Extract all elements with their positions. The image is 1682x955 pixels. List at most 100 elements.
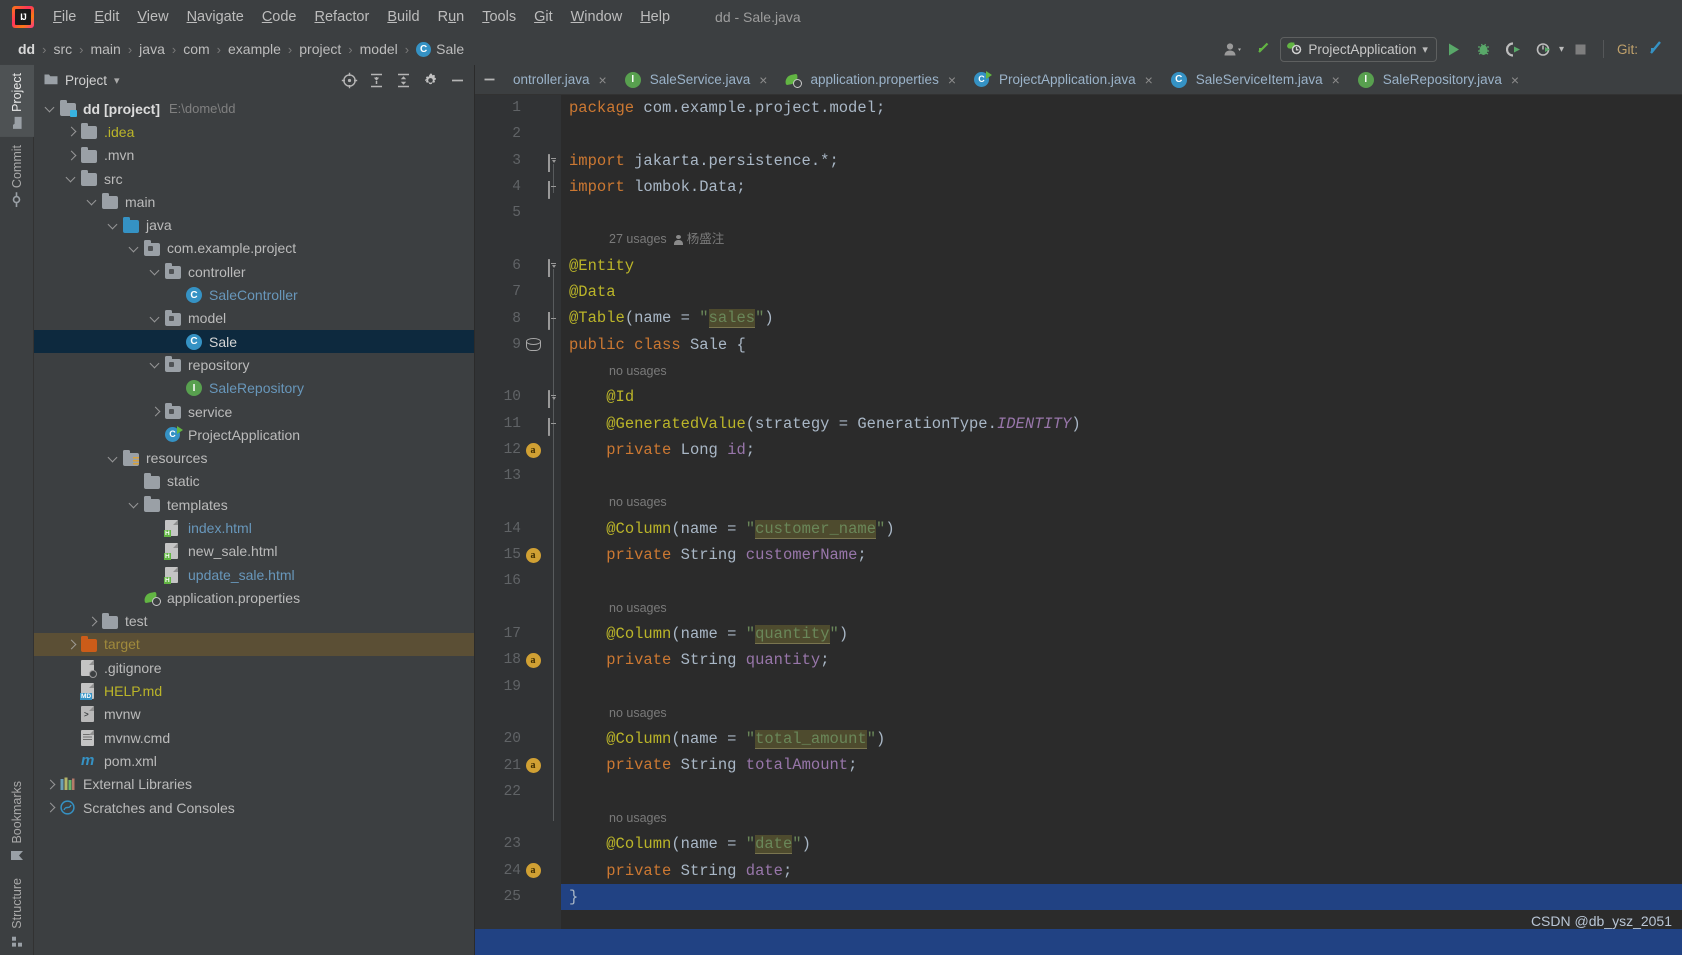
- tree-node-projectapplication[interactable]: CProjectApplication: [34, 423, 474, 446]
- breadcrumb-src[interactable]: src: [53, 41, 72, 57]
- code-pane[interactable]: package com.example.project.model; import…: [561, 95, 1682, 955]
- breadcrumb-example[interactable]: example: [228, 41, 281, 57]
- run-configuration-selector[interactable]: ProjectApplication ▾: [1280, 37, 1437, 62]
- chevron-down-icon[interactable]: [149, 265, 162, 278]
- tree-node-salerepository[interactable]: ISaleRepository: [34, 377, 474, 400]
- chevron-down-icon[interactable]: [128, 242, 141, 255]
- inlay-hint[interactable]: no usages: [561, 805, 1682, 831]
- code-line[interactable]: @Column(name = "customer_name"): [561, 516, 1682, 542]
- code-line[interactable]: private String customerName;: [561, 542, 1682, 568]
- menu-navigate[interactable]: Navigate: [178, 5, 253, 29]
- database-table-icon[interactable]: [526, 338, 540, 352]
- menu-tools[interactable]: Tools: [473, 5, 525, 29]
- git-update-project-icon[interactable]: [1642, 36, 1668, 62]
- tree-node-update-sale-html[interactable]: Hupdate_sale.html: [34, 563, 474, 586]
- run-with-coverage-button[interactable]: [1501, 36, 1527, 62]
- editor-gutter[interactable]: 123456789101112a131415a161718a192021a222…: [475, 95, 545, 955]
- usages-hint[interactable]: 27 usages: [609, 226, 667, 252]
- profiler-chevron-icon[interactable]: ▾: [1559, 44, 1564, 55]
- menu-view[interactable]: View: [128, 5, 177, 29]
- chevron-right-icon[interactable]: [44, 778, 57, 791]
- lombok-accessor-icon[interactable]: a: [526, 653, 541, 668]
- sidebar-item-project[interactable]: Project: [0, 65, 34, 137]
- chevron-down-icon[interactable]: [149, 312, 162, 325]
- inlay-hint[interactable]: 27 usages 杨盛注: [561, 226, 1682, 252]
- code-line[interactable]: public class Sale {: [561, 332, 1682, 358]
- profiler-button[interactable]: [1531, 36, 1557, 62]
- breadcrumb-java[interactable]: java: [139, 41, 165, 57]
- code-line[interactable]: import jakarta.persistence.*;: [561, 148, 1682, 174]
- tree-node-salecontroller[interactable]: CSaleController: [34, 283, 474, 306]
- tree-node-model[interactable]: model: [34, 307, 474, 330]
- code-line[interactable]: import lombok.Data;: [561, 174, 1682, 200]
- tree-node-src[interactable]: src: [34, 167, 474, 190]
- code-line[interactable]: @GeneratedValue(strategy = GenerationTyp…: [561, 411, 1682, 437]
- fold-toggle-icon[interactable]: [548, 181, 559, 192]
- tree-node-help-md[interactable]: MDHELP.md: [34, 679, 474, 702]
- tree-node-main[interactable]: main: [34, 190, 474, 213]
- breadcrumb-project[interactable]: project: [299, 41, 341, 57]
- tree-node-controller[interactable]: controller: [34, 260, 474, 283]
- tree-node-idea[interactable]: .idea: [34, 120, 474, 143]
- close-tab-icon[interactable]: ×: [759, 72, 767, 88]
- code-author-hint[interactable]: 杨盛注: [674, 226, 725, 252]
- tree-node-templates[interactable]: templates: [34, 493, 474, 516]
- code-line[interactable]: @Column(name = "total_amount"): [561, 726, 1682, 752]
- chevron-right-icon[interactable]: [86, 615, 99, 628]
- menu-build[interactable]: Build: [378, 5, 428, 29]
- inlay-hint[interactable]: no usages: [561, 489, 1682, 515]
- tree-node-test[interactable]: test: [34, 610, 474, 633]
- fold-toggle-icon[interactable]: [548, 260, 559, 271]
- menu-help[interactable]: Help: [631, 5, 679, 29]
- fold-toggle-icon[interactable]: [548, 418, 559, 429]
- code-line[interactable]: private String date;: [561, 858, 1682, 884]
- stop-button[interactable]: [1568, 36, 1594, 62]
- code-line[interactable]: private String totalAmount;: [561, 752, 1682, 778]
- hide-panel-icon[interactable]: [444, 68, 470, 92]
- tree-node-mvnw-cmd[interactable]: mvnw.cmd: [34, 726, 474, 749]
- code-line[interactable]: @Id: [561, 384, 1682, 410]
- fold-toggle-icon[interactable]: [548, 391, 559, 402]
- breadcrumb-dd[interactable]: dd: [18, 41, 35, 57]
- editor-tab-saleserviceitem-java[interactable]: CSaleServiceItem.java×: [1161, 65, 1348, 94]
- tree-node-static[interactable]: static: [34, 470, 474, 493]
- expand-all-icon[interactable]: [363, 68, 389, 92]
- editor-tab-saleservice-java[interactable]: ISaleService.java×: [615, 65, 776, 94]
- sidebar-item-structure[interactable]: Structure: [0, 870, 34, 955]
- code-line[interactable]: [561, 779, 1682, 805]
- code-line[interactable]: @Data: [561, 279, 1682, 305]
- chevron-right-icon[interactable]: [149, 405, 162, 418]
- code-line[interactable]: private Long id;: [561, 437, 1682, 463]
- code-line[interactable]: [561, 674, 1682, 700]
- inlay-hint[interactable]: no usages: [561, 358, 1682, 384]
- code-folding-strip[interactable]: [545, 95, 561, 955]
- code-line[interactable]: [561, 200, 1682, 226]
- code-line[interactable]: @Entity: [561, 253, 1682, 279]
- code-line[interactable]: package com.example.project.model;: [561, 95, 1682, 121]
- lombok-accessor-icon[interactable]: a: [526, 443, 541, 458]
- lombok-accessor-icon[interactable]: a: [526, 548, 541, 563]
- tree-node-mvn[interactable]: .mvn: [34, 144, 474, 167]
- inlay-hint[interactable]: no usages: [561, 700, 1682, 726]
- code-line[interactable]: @Column(name = "date"): [561, 831, 1682, 857]
- tree-node-resources[interactable]: resources: [34, 446, 474, 469]
- chevron-down-icon[interactable]: [149, 358, 162, 371]
- debug-button[interactable]: [1471, 36, 1497, 62]
- menu-window[interactable]: Window: [562, 5, 632, 29]
- tree-node-service[interactable]: service: [34, 400, 474, 423]
- chevron-down-icon[interactable]: [107, 219, 120, 232]
- chevron-down-icon[interactable]: [107, 452, 120, 465]
- select-opened-file-icon[interactable]: [336, 68, 362, 92]
- settings-gear-icon[interactable]: [417, 68, 443, 92]
- tree-node-dd-project[interactable]: dd [project]E:\dome\dd: [34, 97, 474, 120]
- project-panel-title-group[interactable]: Project ▾: [44, 73, 120, 88]
- chevron-down-icon[interactable]: [65, 172, 78, 185]
- hide-tabs-icon[interactable]: [475, 65, 503, 94]
- tree-node-mvnw[interactable]: >mvnw: [34, 703, 474, 726]
- tree-node-sale[interactable]: CSale: [34, 330, 474, 353]
- lombok-accessor-icon[interactable]: a: [526, 863, 541, 878]
- run-button[interactable]: [1441, 36, 1467, 62]
- menu-run[interactable]: Run: [429, 5, 474, 29]
- menu-refactor[interactable]: Refactor: [306, 5, 379, 29]
- editor-tab-ontroller-java[interactable]: ontroller.java×: [503, 65, 615, 94]
